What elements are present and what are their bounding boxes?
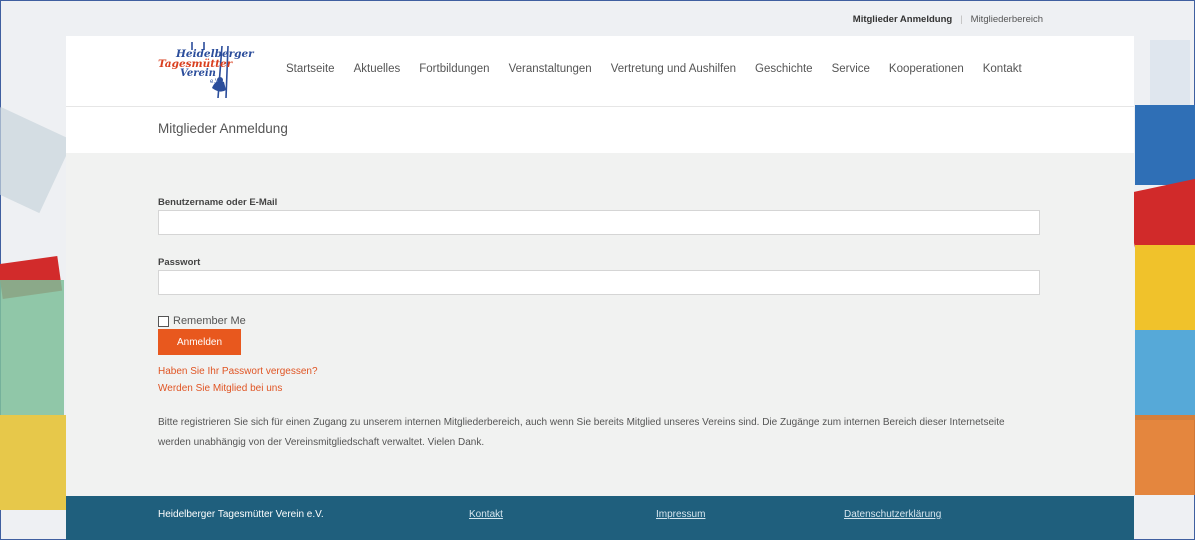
toy-block bbox=[1135, 415, 1195, 495]
nav-item-startseite[interactable]: Startseite bbox=[286, 63, 335, 75]
login-content: Benutzername oder E-Mail Passwort Rememb… bbox=[66, 153, 1134, 496]
utility-link-members[interactable]: Mitgliederbereich bbox=[971, 14, 1043, 25]
utility-separator: | bbox=[960, 14, 963, 25]
toy-block bbox=[0, 415, 66, 510]
site-header: Heidelberger Tagesmütter Verein e.V. Sta… bbox=[66, 36, 1134, 106]
toy-block bbox=[1135, 245, 1195, 335]
nav-item-kooperationen[interactable]: Kooperationen bbox=[889, 63, 964, 75]
footer-link-impressum[interactable]: Impressum bbox=[656, 509, 705, 520]
footer-link-datenschutz[interactable]: Datenschutzerklärung bbox=[844, 509, 941, 520]
nav-item-fortbildungen[interactable]: Fortbildungen bbox=[419, 63, 489, 75]
info-text: Bitte registrieren Sie sich für einen Zu… bbox=[158, 417, 1005, 448]
toy-block bbox=[0, 280, 64, 420]
username-label: Benutzername oder E-Mail bbox=[158, 197, 278, 208]
nav-item-kontakt[interactable]: Kontakt bbox=[983, 63, 1022, 75]
page-title: Mitglieder Anmeldung bbox=[158, 121, 288, 136]
remember-me: Remember Me bbox=[158, 315, 246, 327]
main-nav: Startseite Aktuelles Fortbildungen Veran… bbox=[286, 63, 1041, 75]
footer-link-kontakt[interactable]: Kontakt bbox=[469, 509, 503, 520]
nav-item-aktuelles[interactable]: Aktuelles bbox=[354, 63, 401, 75]
username-input[interactable] bbox=[158, 210, 1040, 235]
nav-item-geschichte[interactable]: Geschichte bbox=[755, 63, 813, 75]
login-button[interactable]: Anmelden bbox=[158, 329, 241, 355]
toy-block bbox=[1135, 105, 1195, 185]
nav-item-vertretung[interactable]: Vertretung und Aushilfen bbox=[611, 63, 736, 75]
toy-block bbox=[0, 106, 74, 214]
join-link[interactable]: Werden Sie Mitglied bei uns bbox=[158, 383, 282, 394]
utility-link-login[interactable]: Mitglieder Anmeldung bbox=[853, 14, 952, 25]
nav-item-veranstaltungen[interactable]: Veranstaltungen bbox=[509, 63, 592, 75]
forgot-password-link[interactable]: Haben Sie Ihr Passwort vergessen? bbox=[158, 366, 318, 377]
page-title-band: Mitglieder Anmeldung bbox=[66, 106, 1134, 154]
toy-block bbox=[1135, 330, 1195, 420]
password-label: Passwort bbox=[158, 257, 201, 268]
logo-text-line4: e.V. bbox=[210, 79, 221, 85]
utility-nav: Mitglieder Anmeldung | Mitgliederbereich bbox=[853, 14, 1043, 25]
remember-me-checkbox[interactable] bbox=[158, 315, 169, 327]
logo-text-line3: Verein bbox=[180, 68, 216, 79]
nav-item-service[interactable]: Service bbox=[832, 63, 870, 75]
site-footer: Heidelberger Tagesmütter Verein e.V. Kon… bbox=[66, 496, 1134, 540]
site-logo[interactable]: Heidelberger Tagesmütter Verein e.V. bbox=[158, 40, 254, 104]
toy-block bbox=[1150, 40, 1190, 110]
remember-me-label: Remember Me bbox=[173, 315, 246, 327]
password-input[interactable] bbox=[158, 270, 1040, 295]
footer-org-name: Heidelberger Tagesmütter Verein e.V. bbox=[158, 509, 324, 520]
